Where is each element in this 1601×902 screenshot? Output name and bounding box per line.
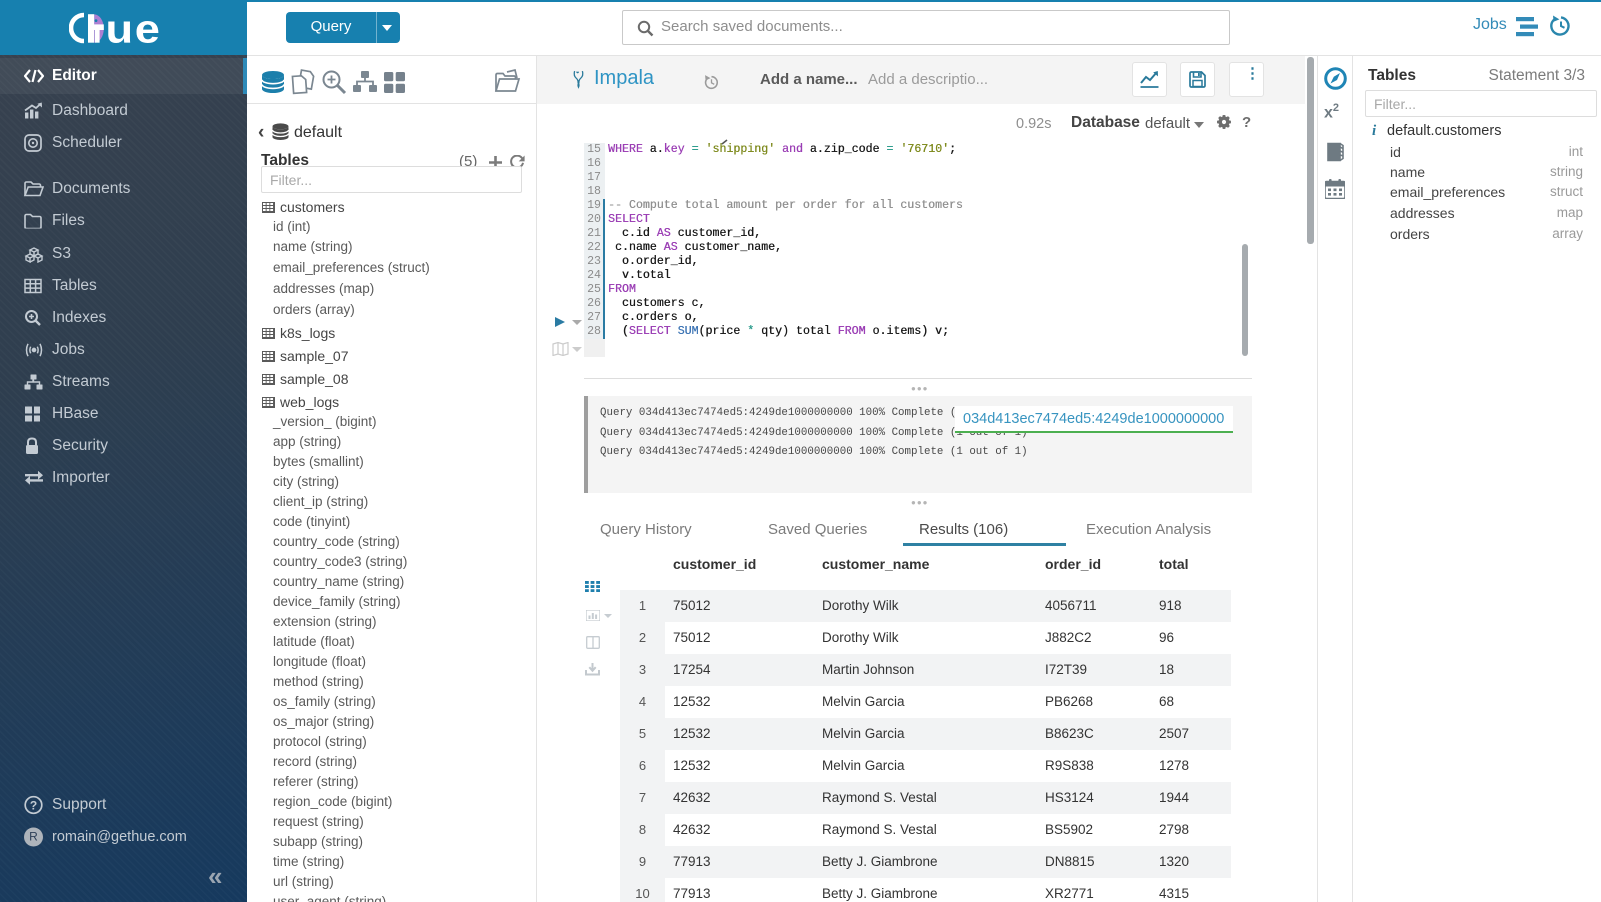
svg-text:ue: ue <box>106 12 162 45</box>
svg-text:?: ? <box>30 799 37 813</box>
